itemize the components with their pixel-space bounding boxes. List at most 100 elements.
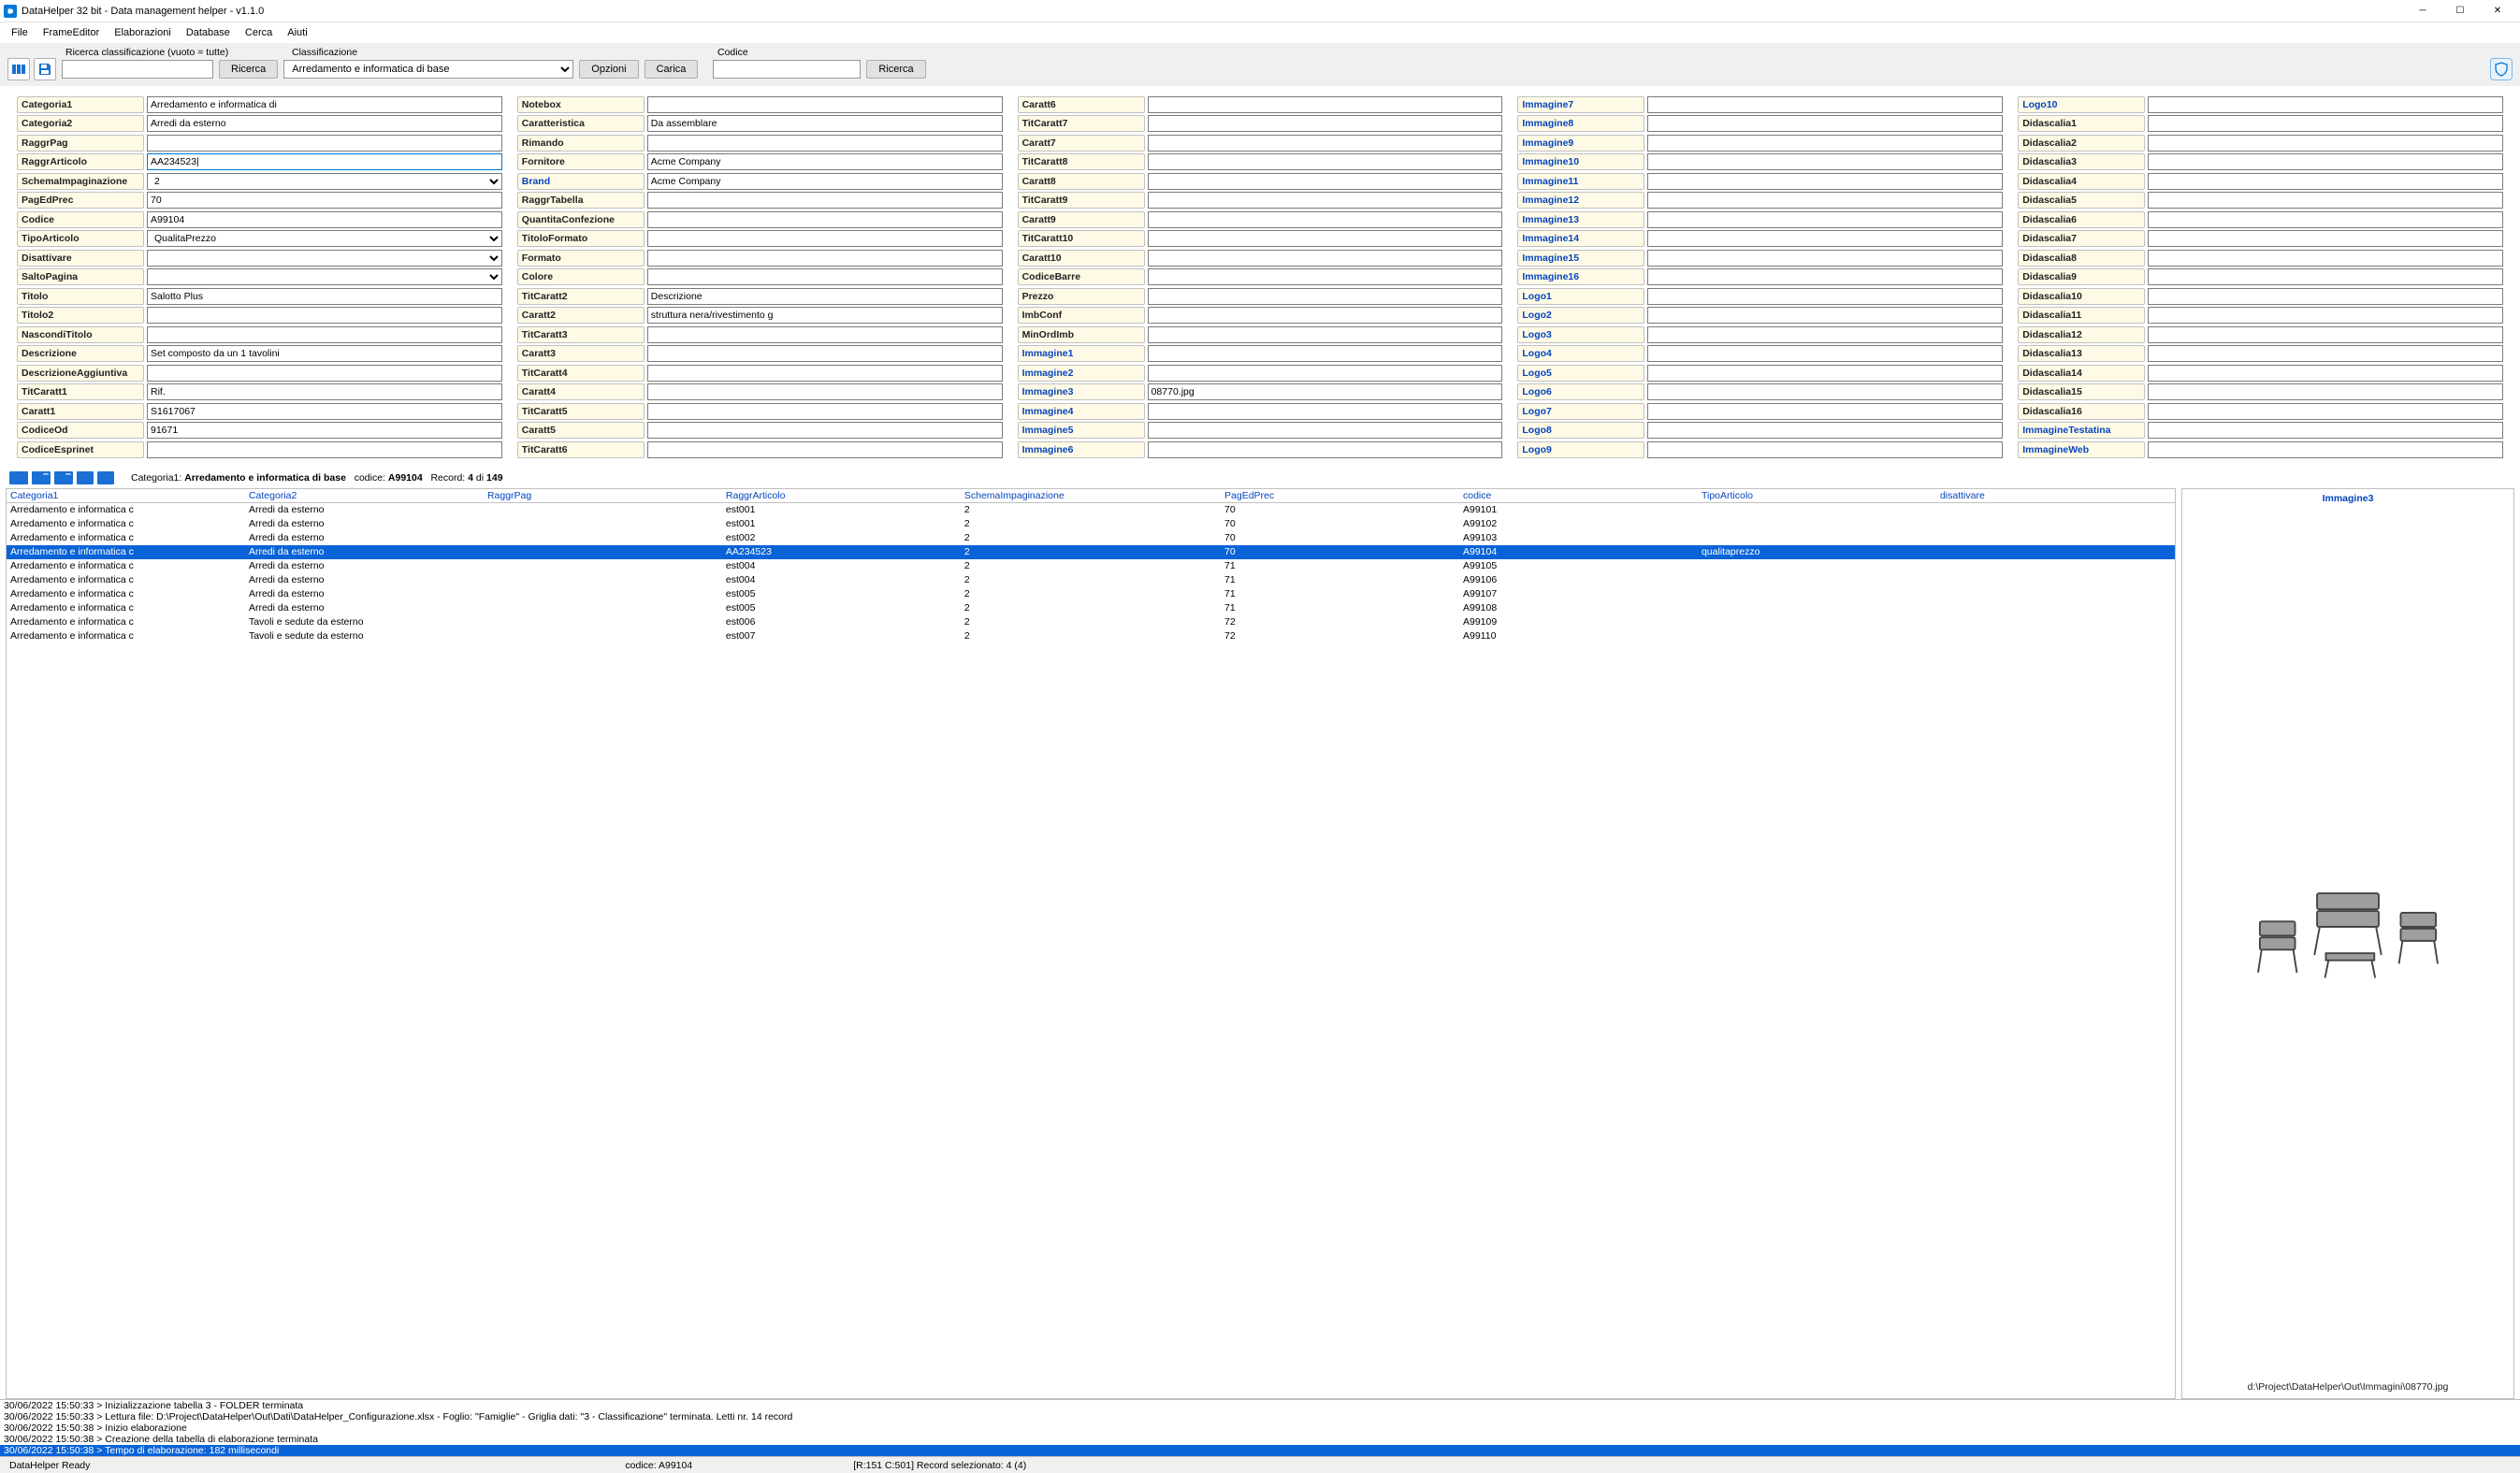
search-class-input[interactable] (62, 60, 213, 79)
field-label-immagine2[interactable]: Immagine2 (1018, 365, 1145, 382)
field-label-immagine10[interactable]: Immagine10 (1517, 153, 1644, 170)
field-input-didascalia14[interactable] (2148, 365, 2503, 382)
field-input-quantitaconfezione[interactable] (647, 211, 1003, 228)
field-input-logo5[interactable] (1647, 365, 2003, 382)
row-delete-icon[interactable] (32, 471, 51, 484)
field-input-fornitore[interactable] (647, 153, 1003, 170)
grid-header-tipoarticolo[interactable]: TipoArticolo (1698, 489, 1936, 503)
field-label-immagine6[interactable]: Immagine6 (1018, 441, 1145, 458)
field-input-caratt5[interactable] (647, 422, 1003, 439)
field-input-minordimb[interactable] (1148, 326, 1503, 343)
ricerca-button[interactable]: Ricerca (219, 60, 278, 79)
menu-cerca[interactable]: Cerca (238, 25, 280, 40)
field-input-titcaratt8[interactable] (1148, 153, 1503, 170)
table-row[interactable]: Arredamento e informatica cArredi da est… (7, 531, 2175, 545)
field-input-saltopagina[interactable] (147, 268, 502, 285)
field-input-descrizioneaggiuntiva[interactable] (147, 365, 502, 382)
field-input-titcaratt1[interactable] (147, 383, 502, 400)
menu-aiuti[interactable]: Aiuti (280, 25, 314, 40)
field-label-logo10[interactable]: Logo10 (2018, 96, 2145, 113)
ricerca2-button[interactable]: Ricerca (866, 60, 925, 79)
grid-header-categoria1[interactable]: Categoria1 (7, 489, 245, 503)
field-input-prezzo[interactable] (1148, 288, 1503, 305)
code-input[interactable] (713, 60, 861, 79)
field-input-immagine2[interactable] (1148, 365, 1503, 382)
field-input-titcaratt6[interactable] (647, 441, 1003, 458)
field-input-caratt1[interactable] (147, 403, 502, 420)
field-input-logo4[interactable] (1647, 345, 2003, 362)
field-label-logo3[interactable]: Logo3 (1517, 326, 1644, 343)
table-row[interactable]: Arredamento e informatica cTavoli e sedu… (7, 615, 2175, 629)
field-label-immagine5[interactable]: Immagine5 (1018, 422, 1145, 439)
field-input-immagine3[interactable] (1148, 383, 1503, 400)
field-input-brand[interactable] (647, 173, 1003, 190)
grid-header-disattivare[interactable]: disattivare (1936, 489, 2175, 503)
field-input-immaginetestatina[interactable] (2148, 422, 2503, 439)
table-row[interactable]: Arredamento e informatica cArredi da est… (7, 559, 2175, 573)
field-input-didascalia16[interactable] (2148, 403, 2503, 420)
field-input-pagedprec[interactable] (147, 192, 502, 209)
field-input-didascalia2[interactable] (2148, 135, 2503, 152)
field-input-logo10[interactable] (2148, 96, 2503, 113)
field-input-immagine16[interactable] (1647, 268, 2003, 285)
close-button[interactable]: ✕ (2479, 0, 2516, 22)
field-input-immagine12[interactable] (1647, 192, 2003, 209)
field-input-caratt2[interactable] (647, 307, 1003, 324)
field-input-descrizione[interactable] (147, 345, 502, 362)
field-input-immagine14[interactable] (1647, 230, 2003, 247)
field-input-notebox[interactable] (647, 96, 1003, 113)
field-input-disattivare[interactable] (147, 250, 502, 267)
field-input-titcaratt4[interactable] (647, 365, 1003, 382)
field-input-logo2[interactable] (1647, 307, 2003, 324)
table-row[interactable]: Arredamento e informatica cArredi da est… (7, 517, 2175, 531)
field-input-raggrpag[interactable] (147, 135, 502, 152)
field-input-codicebarre[interactable] (1148, 268, 1503, 285)
field-input-titcaratt5[interactable] (647, 403, 1003, 420)
field-label-immagine7[interactable]: Immagine7 (1517, 96, 1644, 113)
field-input-immagineweb[interactable] (2148, 441, 2503, 458)
table-row[interactable]: Arredamento e informatica cArredi da est… (7, 503, 2175, 517)
field-input-didascalia1[interactable] (2148, 115, 2503, 132)
field-label-logo1[interactable]: Logo1 (1517, 288, 1644, 305)
field-input-immagine10[interactable] (1647, 153, 2003, 170)
field-label-immagineweb[interactable]: ImmagineWeb (2018, 441, 2145, 458)
field-input-categoria2[interactable] (147, 115, 502, 132)
field-input-immagine13[interactable] (1647, 211, 2003, 228)
table-row[interactable]: Arredamento e informatica cArredi da est… (7, 573, 2175, 587)
field-input-titcaratt2[interactable] (647, 288, 1003, 305)
field-input-caratteristica[interactable] (647, 115, 1003, 132)
field-input-didascalia3[interactable] (2148, 153, 2503, 170)
row-down-icon[interactable] (97, 471, 114, 484)
field-input-codiceesprinet[interactable] (147, 441, 502, 458)
field-input-logo3[interactable] (1647, 326, 2003, 343)
field-input-immagine9[interactable] (1647, 135, 2003, 152)
field-input-codice[interactable] (147, 211, 502, 228)
log-area[interactable]: 30/06/2022 15:50:33 > Inizializzazione t… (0, 1399, 2520, 1456)
field-input-codiceod[interactable] (147, 422, 502, 439)
field-input-formato[interactable] (647, 250, 1003, 267)
field-label-immagine11[interactable]: Immagine11 (1517, 173, 1644, 190)
field-input-colore[interactable] (647, 268, 1003, 285)
field-input-immagine1[interactable] (1148, 345, 1503, 362)
menu-elaborazioni[interactable]: Elaborazioni (107, 25, 179, 40)
field-label-immagine15[interactable]: Immagine15 (1517, 250, 1644, 267)
field-input-didascalia11[interactable] (2148, 307, 2503, 324)
field-label-immagine13[interactable]: Immagine13 (1517, 211, 1644, 228)
field-label-immagine16[interactable]: Immagine16 (1517, 268, 1644, 285)
save-disk-icon[interactable] (34, 58, 56, 80)
grid-header-raggrarticolo[interactable]: RaggrArticolo (722, 489, 961, 503)
field-input-raggrarticolo[interactable] (147, 153, 502, 170)
field-input-caratt7[interactable] (1148, 135, 1503, 152)
field-input-caratt8[interactable] (1148, 173, 1503, 190)
table-row[interactable]: Arredamento e informatica cArredi da est… (7, 545, 2175, 559)
menu-database[interactable]: Database (179, 25, 238, 40)
field-input-didascalia9[interactable] (2148, 268, 2503, 285)
menu-frameeditor[interactable]: FrameEditor (36, 25, 108, 40)
shield-icon[interactable] (2490, 58, 2513, 80)
field-input-didascalia13[interactable] (2148, 345, 2503, 362)
grid-header-categoria2[interactable]: Categoria2 (245, 489, 484, 503)
grid-header-codice[interactable]: codice (1459, 489, 1698, 503)
row-delete2-icon[interactable] (54, 471, 73, 484)
field-input-immagine5[interactable] (1148, 422, 1503, 439)
field-input-logo9[interactable] (1647, 441, 2003, 458)
